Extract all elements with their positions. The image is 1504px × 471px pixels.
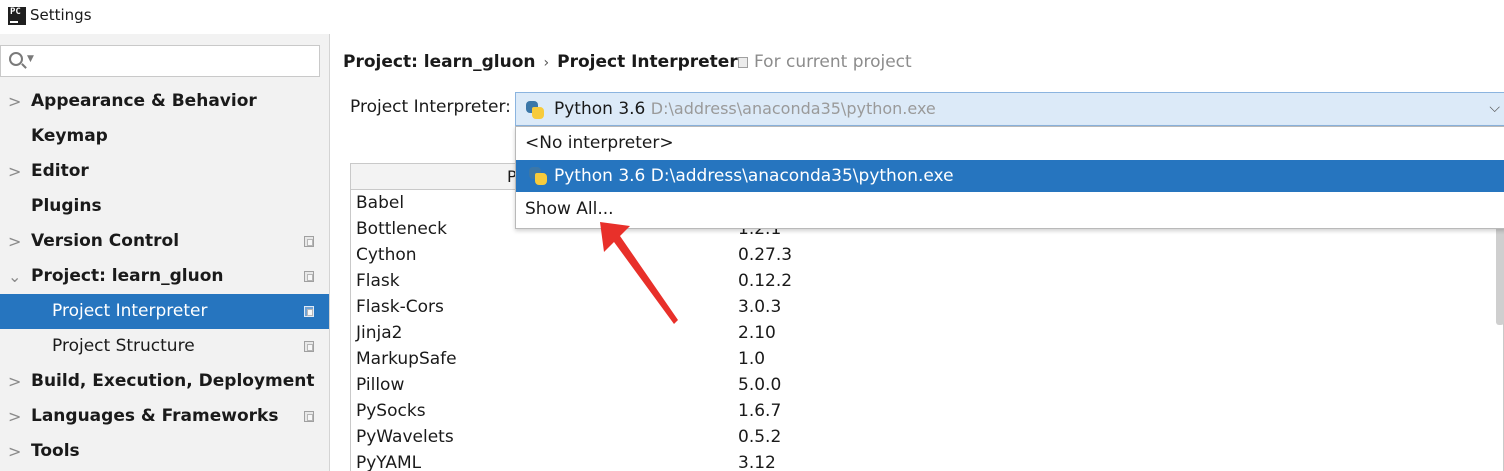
chevron-down-icon[interactable]: ⌵ — [1489, 100, 1500, 116]
package-version: 5.0.0 — [738, 375, 782, 395]
package-name: PySocks — [356, 401, 426, 421]
sidebar-item-label: Project Interpreter — [52, 301, 208, 321]
package-version: 3.12 — [738, 453, 776, 471]
search-options-chevron-icon[interactable]: ▼ — [27, 54, 34, 64]
package-name: Babel — [356, 193, 405, 213]
window-title: Settings — [30, 6, 92, 24]
interpreter-select-value: Python 3.6 D:\address\anaconda35\python.… — [554, 99, 936, 119]
project-scope-icon — [304, 411, 314, 422]
package-name: PyYAML — [356, 453, 422, 471]
sidebar-item-version-control[interactable]: > Version Control — [0, 224, 329, 259]
sidebar-item-label: Version Control — [31, 231, 180, 251]
sidebar-item-label: Build, Execution, Deployment — [31, 371, 315, 391]
search-icon — [9, 52, 23, 66]
project-scope-icon — [304, 341, 314, 352]
chevron-right-icon[interactable]: > — [8, 84, 22, 119]
interpreter-select[interactable]: Python 3.6 D:\address\anaconda35\python.… — [515, 92, 1504, 126]
package-name: Flask-Cors — [356, 297, 444, 317]
sidebar-item-languages-frameworks[interactable]: > Languages & Frameworks — [0, 399, 329, 434]
project-scope-icon — [304, 236, 314, 247]
table-row[interactable]: Flask 0.12.2 — [351, 268, 1503, 294]
project-scope-icon — [304, 271, 314, 282]
sidebar-item-project-structure[interactable]: Project Structure — [0, 329, 329, 364]
package-version: 0.27.3 — [738, 245, 793, 265]
package-name: Cython — [356, 245, 417, 265]
sidebar-item-keymap[interactable]: Keymap — [0, 119, 329, 154]
sidebar-item-project-interpreter[interactable]: Project Interpreter — [0, 294, 329, 329]
package-name: PyWavelets — [356, 427, 454, 447]
chevron-right-icon[interactable]: > — [8, 399, 22, 434]
dropdown-option-label: Python 3.6 D:\address\anaconda35\python.… — [554, 166, 954, 186]
sidebar-item-label: Project: learn_gluon — [31, 266, 224, 286]
chevron-right-icon[interactable]: > — [8, 154, 22, 189]
table-row[interactable]: MarkupSafe 1.0 — [351, 346, 1503, 372]
package-version: 1.0 — [738, 349, 766, 369]
project-scope-icon — [304, 306, 314, 317]
search-input[interactable]: ▼ — [0, 45, 320, 77]
sidebar-item-label: Project Structure — [52, 336, 195, 356]
scope-hint-label: For current project — [754, 52, 912, 72]
table-row[interactable]: Flask-Cors 3.0.3 — [351, 294, 1503, 320]
sidebar-item-editor[interactable]: > Editor — [0, 154, 329, 189]
chevron-down-icon[interactable]: ⌄ — [8, 259, 22, 294]
package-version: 3.0.3 — [738, 297, 782, 317]
project-scope-icon — [738, 57, 748, 68]
pycharm-icon: PC — [8, 7, 26, 25]
package-version: 1.6.7 — [738, 401, 782, 421]
chevron-right-icon[interactable]: > — [8, 224, 22, 259]
interpreter-label: Project Interpreter: — [350, 97, 511, 117]
package-name: MarkupSafe — [356, 349, 457, 369]
package-version: 0.12.2 — [738, 271, 793, 291]
sidebar-item-tools[interactable]: > Tools — [0, 434, 329, 469]
sidebar-item-label: Plugins — [31, 196, 102, 216]
sidebar-item-label: Tools — [31, 441, 80, 461]
table-row[interactable]: PySocks 1.6.7 — [351, 398, 1503, 424]
package-version: 0.5.2 — [738, 427, 782, 447]
python-icon — [529, 167, 547, 185]
table-row[interactable]: PyYAML 3.12 — [351, 450, 1503, 471]
table-row[interactable]: PyWavelets 0.5.2 — [351, 424, 1503, 450]
table-row[interactable]: Jinja2 2.10 — [351, 320, 1503, 346]
breadcrumb-separator: › — [543, 55, 550, 71]
breadcrumb-current: Project Interpreter — [557, 52, 738, 72]
package-name: Pillow — [356, 375, 405, 395]
python-icon — [526, 101, 544, 119]
title-bar: PC Settings — [0, 0, 1504, 34]
sidebar-item-project[interactable]: ⌄ Project: learn_gluon — [0, 259, 329, 294]
sidebar-item-label: Languages & Frameworks — [31, 406, 279, 426]
package-name: Flask — [356, 271, 400, 291]
sidebar-item-label: Editor — [31, 161, 89, 181]
sidebar-item-plugins[interactable]: Plugins — [0, 189, 329, 224]
package-name: Jinja2 — [356, 323, 403, 343]
package-version: 2.10 — [738, 323, 776, 343]
dropdown-option-python36[interactable]: Python 3.6 D:\address\anaconda35\python.… — [516, 160, 1504, 192]
interpreter-path: D:\address\anaconda35\python.exe — [650, 99, 936, 118]
dropdown-option-no-interpreter[interactable]: <No interpreter> — [516, 127, 1504, 159]
breadcrumb: Project: learn_gluon › Project Interpreter — [343, 50, 738, 74]
sidebar-item-appearance-behavior[interactable]: > Appearance & Behavior — [0, 84, 329, 119]
sidebar-item-label: Keymap — [31, 126, 108, 146]
settings-sidebar: ▼ > Appearance & Behavior Keymap > Edito… — [0, 34, 330, 471]
sidebar-item-label: Appearance & Behavior — [31, 91, 257, 111]
table-row[interactable]: Pillow 5.0.0 — [351, 372, 1503, 398]
table-row[interactable]: Cython 0.27.3 — [351, 242, 1503, 268]
sidebar-item-build-execution-deployment[interactable]: > Build, Execution, Deployment — [0, 364, 329, 399]
breadcrumb-parent[interactable]: Project: learn_gluon — [343, 52, 536, 72]
annotation-arrow-icon — [600, 222, 678, 324]
chevron-right-icon[interactable]: > — [8, 434, 22, 469]
package-name: Bottleneck — [356, 219, 448, 239]
scope-hint: For current project — [738, 50, 912, 74]
chevron-right-icon[interactable]: > — [8, 364, 22, 399]
